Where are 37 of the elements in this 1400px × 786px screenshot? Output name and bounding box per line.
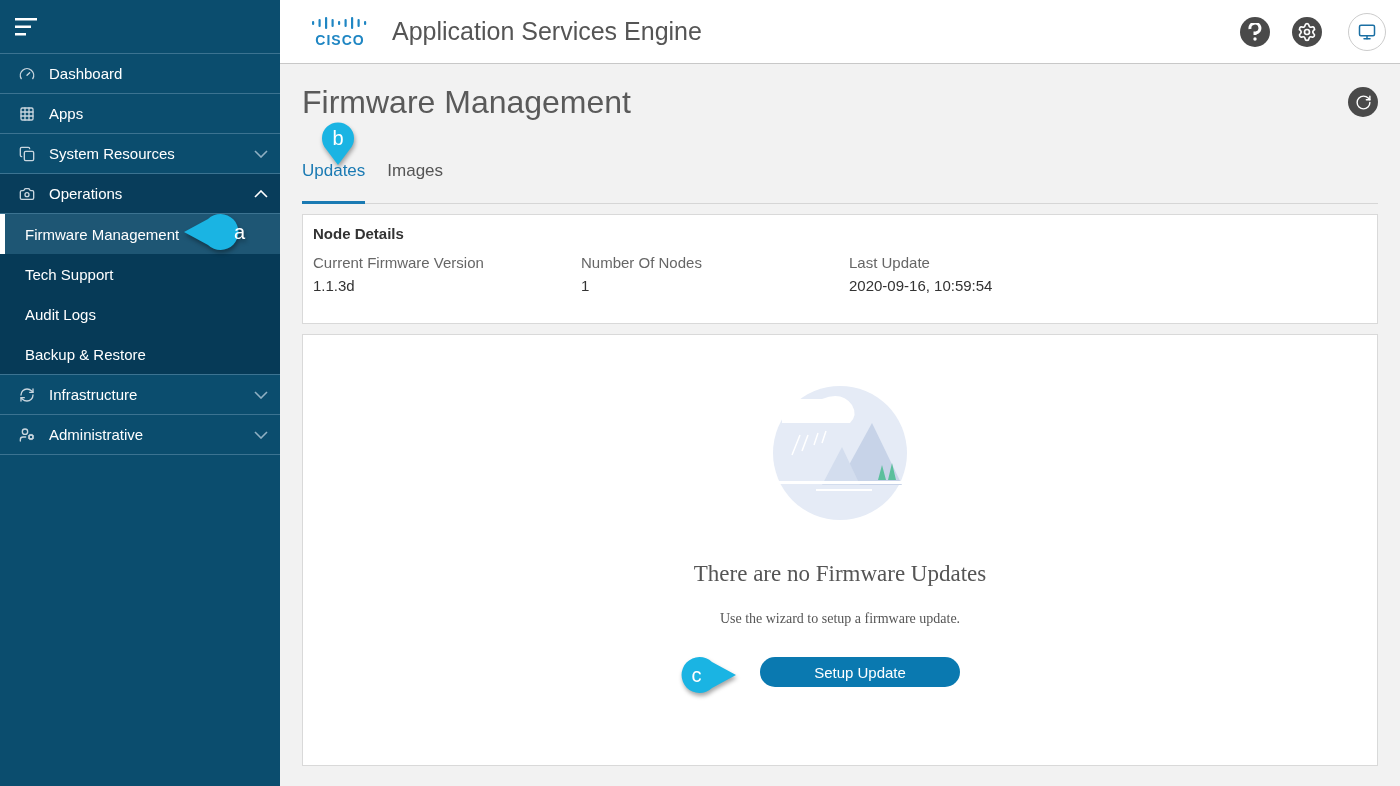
empty-state-title: There are no Firmware Updates bbox=[693, 561, 987, 587]
chevron-up-icon bbox=[254, 189, 268, 198]
sidebar-subitem[interactable]: Audit Logs bbox=[0, 294, 280, 334]
field-label: Current Firmware Version bbox=[313, 254, 485, 271]
sidebar-item-icon bbox=[19, 105, 35, 122]
page-title: Firmware Management bbox=[302, 86, 631, 118]
field-value: 2020-09-16, 10:59:54 bbox=[849, 277, 994, 294]
field-value: 1.1.3d bbox=[313, 277, 356, 294]
field-label: Number Of Nodes bbox=[581, 254, 703, 271]
sidebar-item[interactable]: Administrative bbox=[0, 415, 280, 455]
chevron-down-icon bbox=[254, 390, 268, 399]
card-title: Node Details bbox=[313, 225, 405, 242]
sidebar-item-icon bbox=[19, 145, 35, 162]
sidebar-item-icon bbox=[19, 65, 35, 82]
menu-icon[interactable] bbox=[15, 16, 37, 37]
sidebar-item-icon bbox=[19, 386, 35, 403]
sidebar-subitem[interactable]: Backup & Restore bbox=[0, 334, 280, 374]
sidebar-item[interactable]: Operations bbox=[0, 174, 280, 214]
field-label: Last Update bbox=[849, 254, 931, 271]
logo-text: CISCO bbox=[315, 31, 365, 48]
sidebar-item-icon bbox=[19, 185, 35, 202]
sidebar-item[interactable]: Infrastructure bbox=[0, 375, 280, 415]
field-value: 1 bbox=[581, 277, 591, 294]
setup-update-button[interactable]: Setup Update bbox=[760, 657, 960, 687]
callout-marker: b bbox=[320, 121, 356, 165]
chevron-down-icon bbox=[254, 430, 268, 439]
monitor-icon bbox=[1358, 22, 1376, 41]
sidebar-item[interactable]: Apps bbox=[0, 94, 280, 134]
sidebar-item-icon bbox=[19, 426, 35, 443]
chevron-down-icon bbox=[254, 149, 268, 158]
empty-state-message: Use the wizard to setup a firmware update. bbox=[719, 611, 961, 627]
sidebar-subitem[interactable]: Tech Support bbox=[0, 254, 280, 294]
refresh-icon[interactable] bbox=[1348, 87, 1378, 117]
settings-icon[interactable] bbox=[1292, 16, 1322, 47]
help-icon[interactable] bbox=[1240, 16, 1270, 47]
app-title: Application Services Engine bbox=[392, 17, 703, 46]
tab[interactable]: Images bbox=[387, 161, 444, 204]
